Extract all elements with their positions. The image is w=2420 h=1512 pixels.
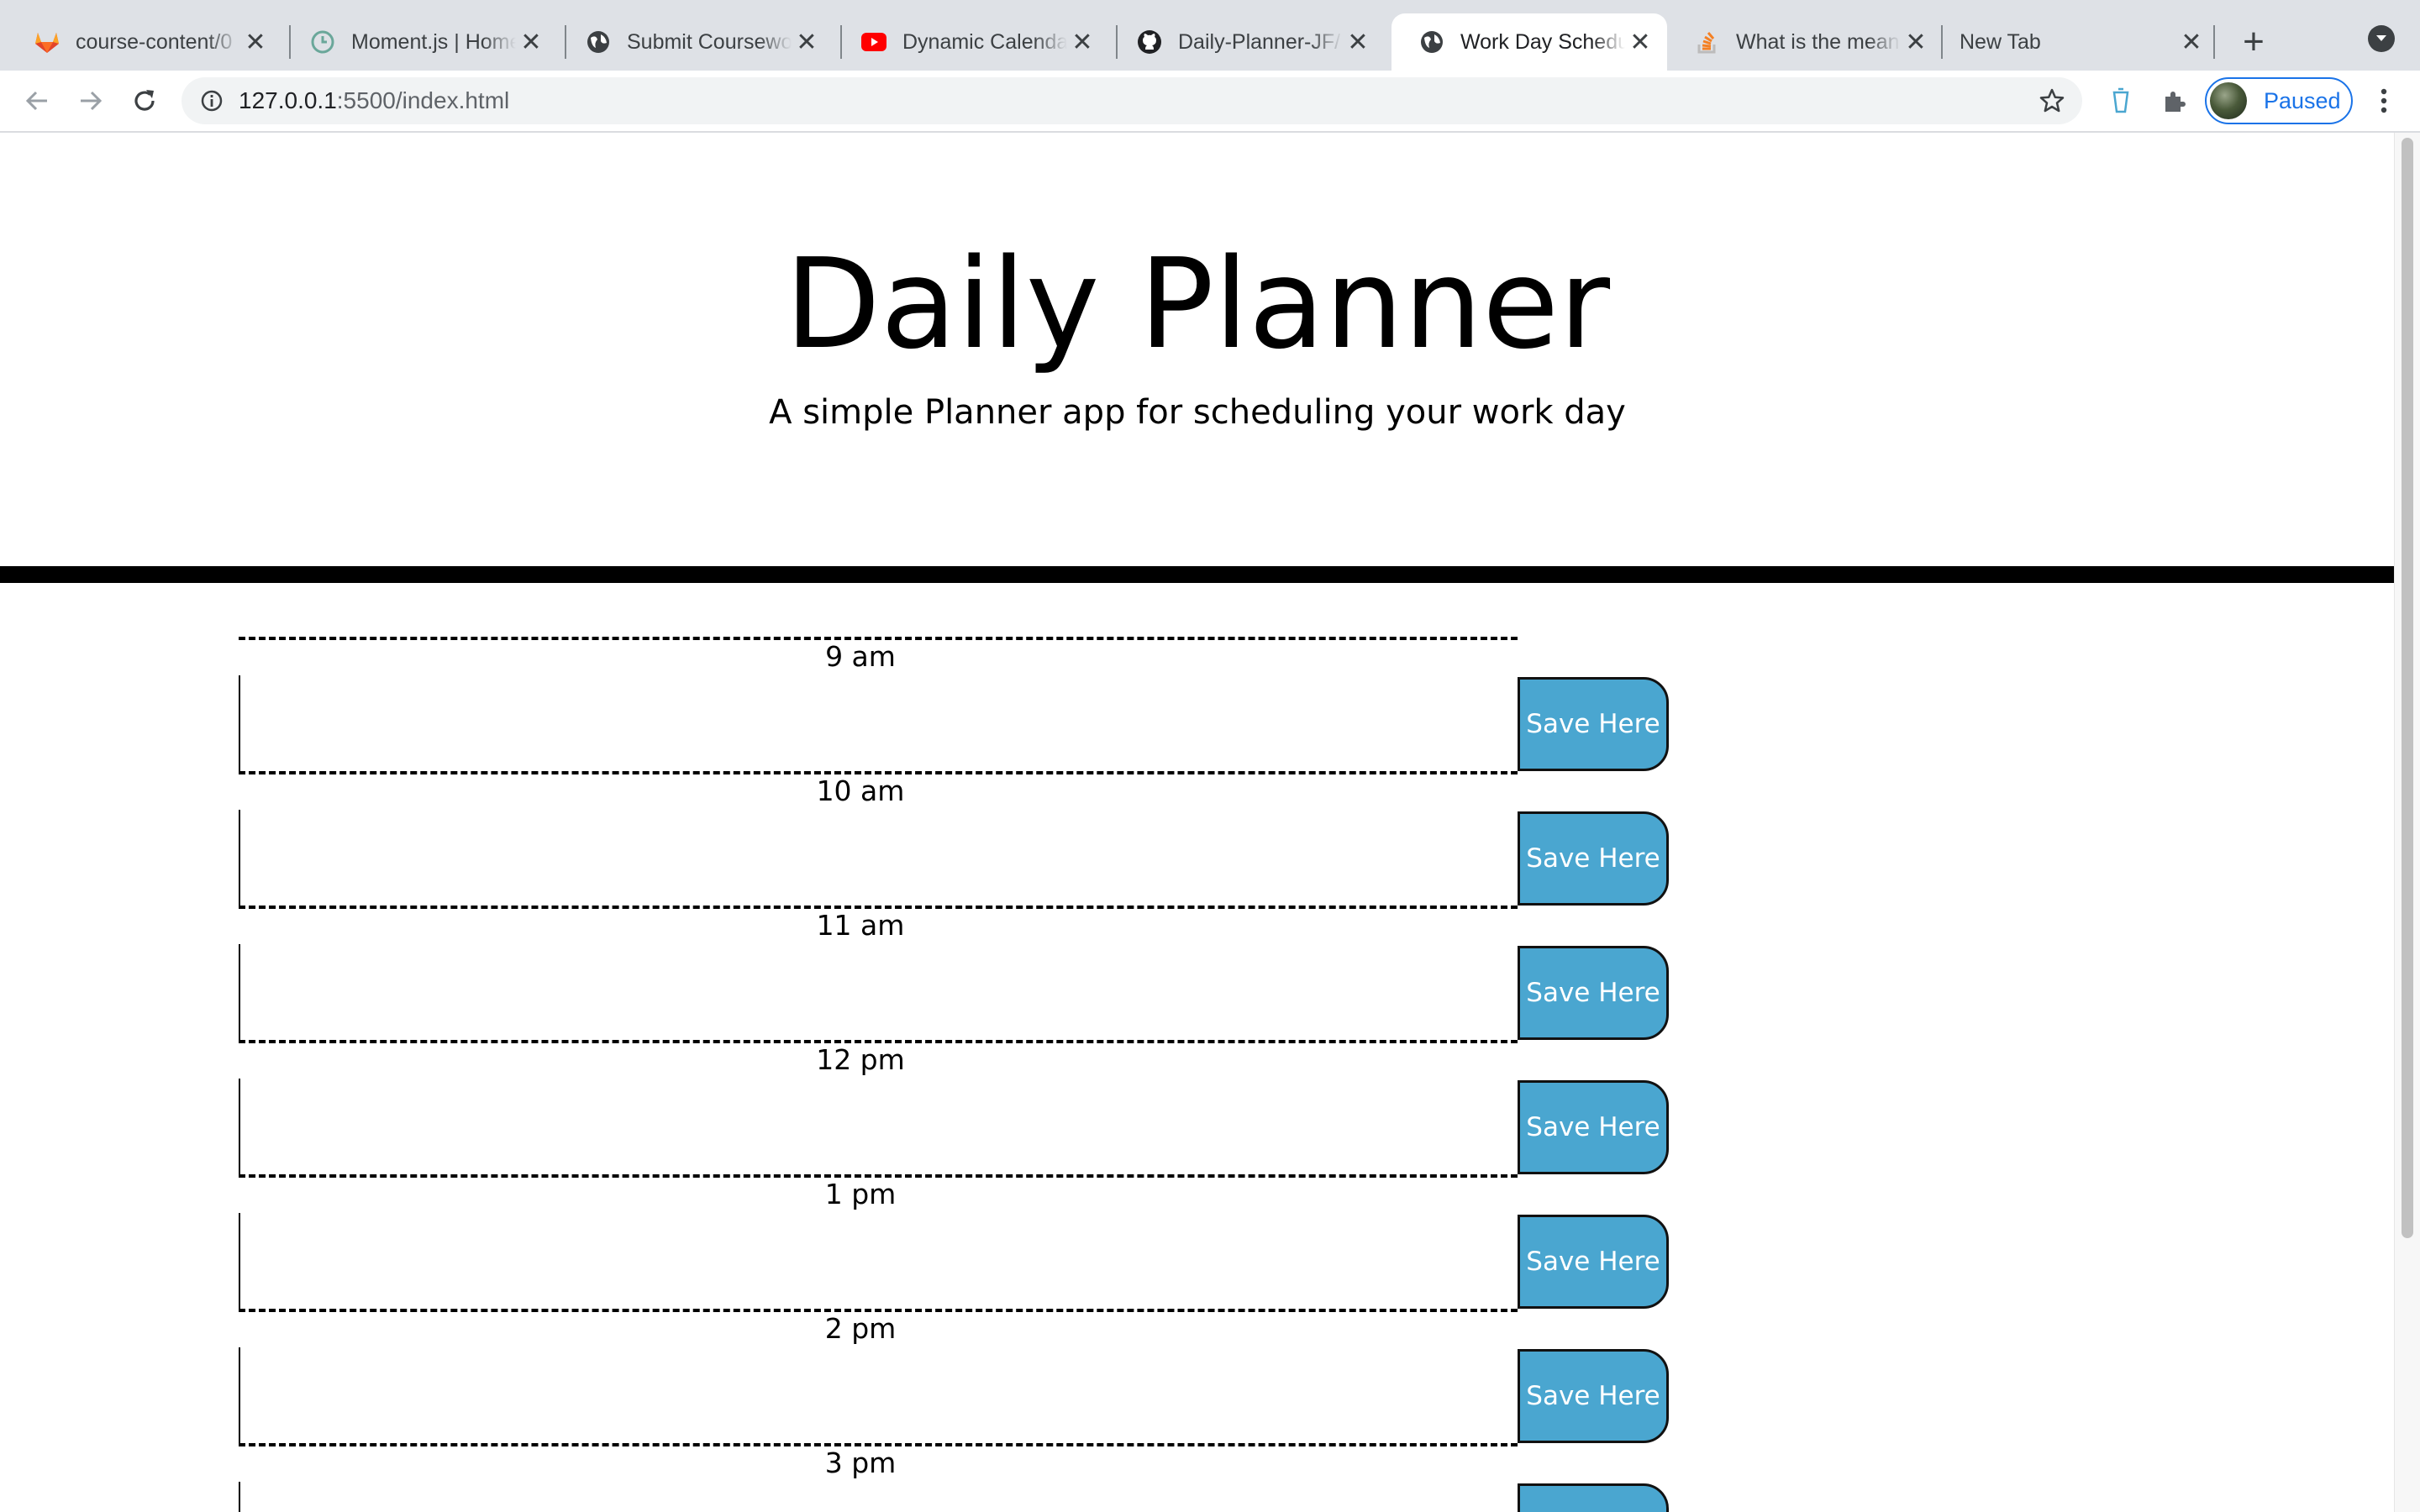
tab-title: Moment.js | Home [351, 29, 516, 54]
stackoverflow-icon [1694, 29, 1721, 55]
page-subtitle: A simple Planner app for scheduling your… [769, 393, 1626, 432]
reload-button[interactable] [124, 81, 165, 121]
extensions-puzzle-icon[interactable] [2156, 82, 2193, 119]
tab-separator [2213, 25, 2215, 59]
forward-button[interactable] [71, 81, 111, 121]
event-textarea[interactable] [239, 675, 1518, 771]
tab-daily-planner-repo[interactable]: Daily-Planner-JF/ ✕ [1109, 13, 1385, 71]
header-divider [0, 566, 2395, 583]
tab-submit-coursework[interactable]: Submit Coursework ✕ [558, 13, 834, 71]
hour-label: 3 pm [824, 1446, 897, 1479]
close-tab-icon[interactable]: ✕ [240, 27, 271, 57]
tab-title: What is the meaning [1736, 29, 1901, 54]
url-text: 127.0.0.1:5500/index.html [239, 87, 510, 113]
tab-momentjs[interactable]: Moment.js | Home ✕ [282, 13, 558, 71]
new-tab-button[interactable]: + [2232, 20, 2275, 64]
save-button[interactable]: Save Here [1518, 946, 1669, 1040]
tab-title: Submit Coursework [627, 29, 792, 54]
save-button[interactable]: Save Here [1518, 677, 1669, 771]
time-block-10am: 10 am Save Here [239, 771, 1669, 906]
close-tab-icon[interactable]: ✕ [1067, 27, 1097, 57]
save-button[interactable]: Save Here [1518, 811, 1669, 906]
bookmark-star-icon[interactable] [2037, 86, 2067, 116]
save-button[interactable]: Save Here [1518, 1349, 1669, 1443]
profile-status-label: Paused [2264, 87, 2341, 113]
tab-title: Daily-Planner-JF/ [1178, 29, 1341, 54]
event-textarea[interactable] [239, 1213, 1518, 1309]
globe-icon [585, 29, 612, 55]
vertical-scrollbar[interactable] [2394, 133, 2420, 1512]
close-tab-icon[interactable]: ✕ [1901, 27, 1931, 57]
tab-stackoverflow[interactable]: What is the meaning ✕ [1667, 13, 1943, 71]
reload-icon [134, 90, 155, 111]
hour-label: 12 pm [816, 1043, 905, 1076]
youtube-icon [860, 29, 887, 55]
address-bar[interactable]: 127.0.0.1:5500/index.html [182, 77, 2082, 124]
close-tab-icon[interactable]: ✕ [1343, 27, 1373, 57]
save-button[interactable]: Save Here [1518, 1080, 1669, 1174]
tab-course-content[interactable]: course-content/0 ✕ [7, 13, 282, 71]
back-arrow-icon [25, 91, 47, 111]
tab-new-tab[interactable]: New Tab ✕ [1943, 13, 2218, 71]
time-block-list: 9 am Save Here 10 am Save Here 11 am Sav… [239, 637, 1669, 1512]
avatar [2210, 82, 2247, 119]
event-textarea[interactable] [239, 1079, 1518, 1174]
time-block-3pm: 3 pm Save Here [239, 1443, 1669, 1512]
hour-label: 1 pm [824, 1178, 897, 1210]
event-textarea[interactable] [239, 944, 1518, 1040]
time-block-2pm: 2 pm Save Here [239, 1309, 1669, 1443]
tab-title: Work Day Schedule [1460, 29, 1625, 54]
page-title: Daily Planner [784, 232, 1611, 376]
event-textarea[interactable] [239, 1482, 1518, 1512]
tab-title: course-content/0 [76, 29, 233, 54]
site-info-icon[interactable] [198, 87, 225, 114]
tab-work-day-schedule[interactable]: Work Day Schedule ✕ [1392, 13, 1667, 71]
time-block-11am: 11 am Save Here [239, 906, 1669, 1040]
extension-cup-icon[interactable] [2102, 82, 2139, 119]
browser-menu-button[interactable] [2370, 82, 2398, 119]
hour-label: 2 pm [824, 1312, 897, 1345]
github-icon [1136, 29, 1163, 55]
gitlab-icon [34, 29, 60, 55]
profile-button[interactable]: Paused [2205, 77, 2353, 124]
tab-strip: course-content/0 ✕ Moment.js | Home ✕ Su… [0, 0, 2420, 71]
tab-title: Dynamic Calendar [902, 29, 1067, 54]
tab-title: New Tab [1960, 29, 2041, 54]
page-viewport: Daily Planner A simple Planner app for s… [0, 133, 2420, 1512]
time-block-12pm: 12 pm Save Here [239, 1040, 1669, 1174]
back-button[interactable] [17, 81, 57, 121]
hour-label: 11 am [816, 909, 905, 942]
scrollbar-thumb[interactable] [2402, 138, 2413, 1238]
hour-label: 10 am [816, 774, 905, 807]
tab-search-button[interactable] [2368, 25, 2395, 52]
forward-arrow-icon [81, 91, 103, 111]
hour-label: 9 am [825, 640, 896, 673]
save-button[interactable]: Save Here [1518, 1215, 1669, 1309]
close-tab-icon[interactable]: ✕ [2176, 27, 2207, 57]
event-textarea[interactable] [239, 810, 1518, 906]
close-tab-icon[interactable]: ✕ [792, 27, 822, 57]
close-tab-icon[interactable]: ✕ [516, 27, 546, 57]
clock-icon [309, 29, 336, 55]
time-block-9am: 9 am Save Here [239, 637, 1669, 771]
save-button[interactable]: Save Here [1518, 1483, 1669, 1512]
time-block-1pm: 1 pm Save Here [239, 1174, 1669, 1309]
event-textarea[interactable] [239, 1347, 1518, 1443]
globe-icon [1418, 29, 1445, 55]
close-tab-icon[interactable]: ✕ [1625, 27, 1655, 57]
kebab-menu-icon [2381, 88, 2387, 113]
tab-dynamic-calendar[interactable]: Dynamic Calendar ✕ [834, 13, 1109, 71]
browser-toolbar: 127.0.0.1:5500/index.html Paused [0, 71, 2420, 133]
